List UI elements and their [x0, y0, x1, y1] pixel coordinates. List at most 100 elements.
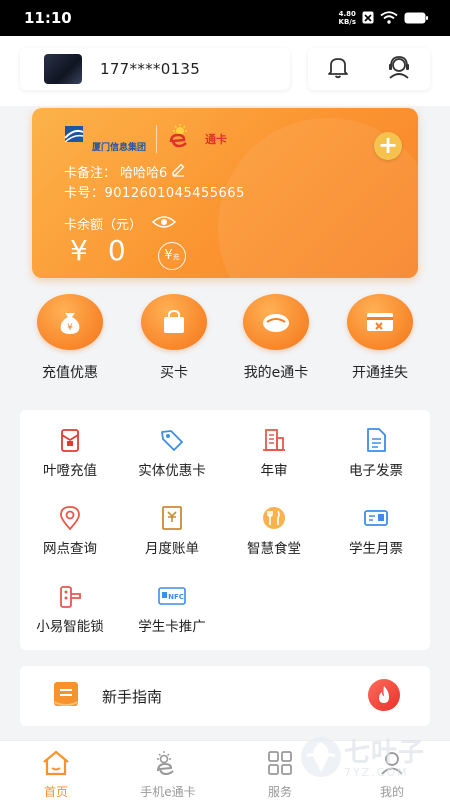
service-item-recharge[interactable]: 叶噔充值	[20, 426, 120, 479]
battery-icon	[404, 9, 428, 28]
service-label: 学生卡推广	[138, 619, 206, 635]
card-number-label: 卡号：	[64, 186, 105, 201]
service-item-monthly-bill[interactable]: 月度账单	[122, 504, 222, 557]
guide-label: 新手指南	[102, 687, 163, 706]
tab-label: 我的	[379, 785, 404, 799]
balance-label: 卡余额（元）	[64, 214, 177, 233]
money-bag-icon: ¥	[37, 294, 103, 350]
recharge-symbol: ¥	[164, 248, 173, 263]
canteen-icon	[260, 504, 288, 532]
card-remark-label: 卡备注：	[64, 166, 117, 181]
document-icon	[362, 426, 390, 454]
balance-label-text: 卡余额（元）	[64, 218, 143, 233]
quick-action-label: 我的e通卡	[243, 365, 309, 381]
fire-icon	[368, 679, 400, 711]
bill-icon	[158, 504, 186, 532]
phone-number: 177****0135	[100, 60, 201, 78]
customer-service-icon[interactable]	[385, 53, 413, 85]
card-remark: 卡备注： 哈哈哈6	[64, 162, 186, 181]
tab-mobile-ecard[interactable]: 手机e通卡	[112, 749, 224, 800]
tab-label: 首页	[43, 785, 68, 799]
add-card-button[interactable]: +	[374, 132, 402, 160]
service-item-student-card-promo[interactable]: NFC 学生卡推广	[122, 582, 222, 635]
recharge-text: 充	[172, 253, 180, 261]
tag-icon	[158, 426, 186, 454]
account-box[interactable]: 177****0135	[20, 48, 290, 90]
e-card[interactable]: 厦门信息集团 通卡 + 卡备注： 哈哈哈6 卡号：901260104545566…	[32, 108, 418, 278]
service-item-smart-canteen[interactable]: 智慧食堂	[224, 504, 324, 557]
quick-action-label: 充值优惠	[42, 365, 98, 381]
service-label: 网点查询	[43, 541, 97, 557]
home-icon	[41, 750, 71, 781]
service-item-outlet-search[interactable]: 网点查询	[20, 504, 120, 557]
service-item-discount-card[interactable]: 实体优惠卡	[122, 426, 222, 479]
nfc-card-icon: NFC	[158, 582, 186, 610]
tab-label: 服务	[267, 785, 292, 799]
watermark: 七叶子 7YZ.COM	[298, 735, 448, 783]
quick-action-recharge-promo[interactable]: ¥ 充值优惠	[18, 294, 122, 382]
etong-logo-icon	[167, 124, 203, 154]
watermark-text: 七叶子	[344, 737, 426, 768]
card-remark-value: 哈哈哈6	[120, 166, 168, 181]
header-actions	[308, 48, 430, 90]
leaf-logo-icon	[298, 734, 344, 784]
status-bar: 11:10 4.80 KB/s	[0, 0, 450, 36]
eye-icon[interactable]	[151, 215, 177, 233]
service-label: 实体优惠卡	[138, 463, 206, 479]
status-indicators: 4.80 KB/s	[339, 9, 428, 28]
sim-off-icon	[362, 9, 374, 28]
quick-action-label: 买卡	[160, 365, 188, 381]
company-logo-text: 厦门信息集团	[92, 142, 147, 153]
ticket-icon	[362, 504, 390, 532]
card-number-value: 9012601045455665	[104, 186, 245, 201]
quick-action-my-ecard[interactable]: 我的e通卡	[224, 294, 328, 382]
status-time: 11:10	[24, 9, 72, 27]
red-packet-icon	[56, 426, 84, 454]
services-panel: 叶噔充值 实体优惠卡 年审 电子发票 网点查询 月度账单 智慧食堂 学生月票 小…	[20, 410, 430, 650]
svg-text:¥: ¥	[67, 323, 73, 333]
etong-brand: 通卡	[167, 124, 227, 154]
mobile-ecard-icon	[153, 751, 183, 781]
recharge-button[interactable]: ¥充	[158, 242, 186, 270]
service-item-smart-lock[interactable]: 小易智能锁	[20, 582, 120, 635]
service-item-e-invoice[interactable]: 电子发票	[326, 426, 426, 479]
smart-lock-icon	[56, 582, 84, 610]
service-label: 年审	[260, 463, 288, 479]
quick-action-label: 开通挂失	[352, 365, 408, 381]
tab-home[interactable]: 首页	[0, 749, 112, 800]
nfc-label: NFC	[168, 593, 184, 601]
card-lost-icon	[347, 294, 413, 350]
logo-divider	[156, 125, 158, 153]
quick-actions: ¥ 充值优惠 买卡 我的e通卡 开通挂失	[0, 294, 450, 386]
service-item-annual-review[interactable]: 年审	[224, 426, 324, 479]
card-pouch-icon	[243, 294, 309, 350]
service-label: 智慧食堂	[247, 541, 301, 557]
etong-brand-text: 通卡	[205, 133, 228, 146]
grid-icon	[266, 751, 294, 781]
shopping-bag-icon	[141, 294, 207, 350]
service-label: 电子发票	[349, 463, 403, 479]
bell-icon[interactable]	[325, 54, 351, 84]
edit-icon[interactable]	[171, 162, 186, 181]
network-speed-unit: KB/s	[338, 18, 356, 26]
service-label: 学生月票	[349, 541, 403, 557]
guide-scroll-icon	[50, 679, 82, 713]
network-speed: 4.80 KB/s	[339, 10, 356, 26]
location-icon	[56, 504, 84, 532]
currency-symbol: ¥	[70, 234, 88, 267]
service-item-student-pass[interactable]: 学生月票	[326, 504, 426, 557]
building-icon	[260, 426, 288, 454]
balance-value: 0	[107, 234, 126, 267]
quick-action-buy-card[interactable]: 买卡	[122, 294, 226, 382]
beginner-guide[interactable]: 新手指南	[20, 666, 430, 726]
tab-label: 手机e通卡	[140, 785, 196, 799]
wifi-icon	[380, 9, 398, 28]
card-logos: 厦门信息集团 通卡	[60, 124, 227, 154]
quick-action-report-loss[interactable]: 开通挂失	[328, 294, 432, 382]
balance-amount: ¥ 0	[70, 234, 126, 267]
avatar[interactable]	[44, 54, 82, 84]
service-label: 叶噔充值	[43, 463, 97, 479]
service-label: 小易智能锁	[36, 619, 104, 635]
card-number: 卡号：9012601045455665	[64, 182, 245, 201]
network-speed-value: 4.80	[338, 10, 356, 18]
